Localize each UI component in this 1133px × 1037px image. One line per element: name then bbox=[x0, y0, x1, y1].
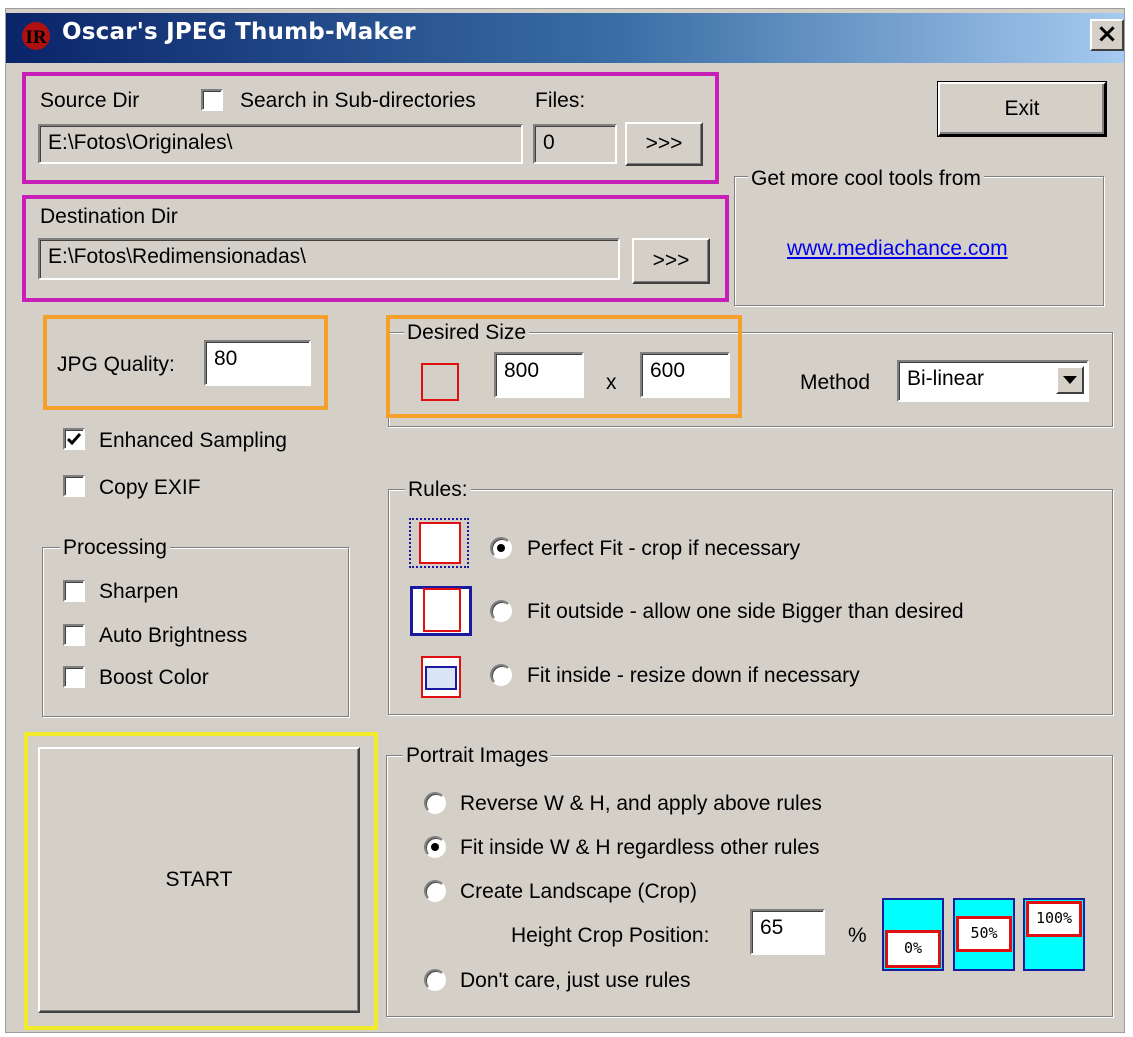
boost-color-checkbox[interactable] bbox=[63, 666, 85, 688]
checkmark-icon bbox=[66, 433, 82, 446]
window-title: Oscar's JPEG Thumb-Maker bbox=[62, 19, 416, 45]
fit-inside-label: Fit inside - resize down if necessary bbox=[527, 664, 860, 687]
fit-inside-wh-radio[interactable] bbox=[424, 836, 446, 858]
source-browse-button[interactable]: >>> bbox=[625, 122, 703, 166]
auto-brightness-label: Auto Brightness bbox=[99, 624, 248, 647]
height-field[interactable]: 600 bbox=[640, 352, 730, 398]
copy-exif-label: Copy EXIF bbox=[99, 476, 201, 499]
height-crop-field[interactable]: 65 bbox=[750, 909, 825, 955]
dont-care-label: Don't care, just use rules bbox=[460, 969, 691, 992]
method-dropdown-button[interactable] bbox=[1056, 366, 1084, 394]
crop-preset-50-button[interactable]: 50% bbox=[953, 898, 1015, 971]
sharpen-checkbox[interactable] bbox=[63, 580, 85, 602]
crop-preset-0-label: 0% bbox=[885, 930, 941, 968]
perfect-fit-icon bbox=[409, 518, 469, 568]
fit-inside-radio[interactable] bbox=[490, 664, 512, 686]
size-preview-icon bbox=[421, 363, 459, 401]
close-button[interactable]: × bbox=[1090, 19, 1124, 51]
sharpen-label: Sharpen bbox=[99, 580, 179, 603]
portrait-legend: Portrait Images bbox=[403, 745, 552, 766]
files-label: Files: bbox=[535, 89, 586, 112]
width-field[interactable]: 800 bbox=[494, 352, 584, 398]
height-crop-label: Height Crop Position: bbox=[511, 924, 710, 947]
destination-path-field[interactable]: E:\Fotos\Redimensionadas\ bbox=[38, 238, 620, 280]
create-landscape-label: Create Landscape (Crop) bbox=[460, 880, 697, 903]
search-subdirs-label: Search in Sub-directories bbox=[240, 89, 476, 112]
promo-legend: Get more cool tools from bbox=[748, 168, 984, 189]
percent-label: % bbox=[848, 924, 867, 947]
rules-legend: Rules: bbox=[405, 479, 471, 500]
fit-inside-icon bbox=[421, 656, 461, 698]
copy-exif-checkbox[interactable] bbox=[63, 475, 85, 497]
dont-care-radio[interactable] bbox=[424, 969, 446, 991]
start-button[interactable]: START bbox=[38, 747, 360, 1013]
auto-brightness-checkbox[interactable] bbox=[63, 624, 85, 646]
app-icon: IR bbox=[19, 21, 53, 51]
fit-outside-label: Fit outside - allow one side Bigger than… bbox=[527, 600, 964, 623]
crop-preset-100-button[interactable]: 100% bbox=[1023, 898, 1085, 971]
desired-size-legend: Desired Size bbox=[404, 322, 530, 343]
svg-text:IR: IR bbox=[25, 27, 46, 48]
times-label: x bbox=[606, 371, 617, 394]
jpg-quality-label: JPG Quality: bbox=[57, 353, 175, 376]
exit-button[interactable]: Exit bbox=[938, 82, 1106, 136]
destination-dir-label: Destination Dir bbox=[40, 205, 178, 228]
source-path-field[interactable]: E:\Fotos\Originales\ bbox=[38, 124, 523, 164]
perfect-fit-radio[interactable] bbox=[490, 537, 512, 559]
search-subdirs-checkbox[interactable] bbox=[201, 89, 223, 111]
fit-outside-radio[interactable] bbox=[490, 600, 512, 622]
perfect-fit-label: Perfect Fit - crop if necessary bbox=[527, 537, 801, 560]
chevron-down-icon bbox=[1063, 376, 1077, 384]
mediachance-link[interactable]: www.mediachance.com bbox=[787, 238, 1008, 259]
crop-preset-0-button[interactable]: 0% bbox=[882, 898, 944, 971]
jpg-quality-field[interactable]: 80 bbox=[204, 340, 311, 386]
reverse-wh-radio[interactable] bbox=[424, 792, 446, 814]
processing-legend: Processing bbox=[60, 537, 170, 558]
reverse-wh-label: Reverse W & H, and apply above rules bbox=[460, 792, 822, 815]
method-label: Method bbox=[800, 371, 871, 394]
enhanced-sampling-label: Enhanced Sampling bbox=[99, 429, 287, 452]
destination-browse-button[interactable]: >>> bbox=[632, 238, 710, 284]
crop-preset-100-label: 100% bbox=[1026, 901, 1082, 937]
create-landscape-radio[interactable] bbox=[424, 880, 446, 902]
files-count-field: 0 bbox=[533, 124, 617, 164]
boost-color-label: Boost Color bbox=[99, 666, 209, 689]
fit-inside-wh-label: Fit inside W & H regardless other rules bbox=[460, 836, 820, 859]
fit-outside-icon bbox=[410, 586, 472, 636]
source-dir-label: Source Dir bbox=[40, 89, 140, 112]
enhanced-sampling-checkbox[interactable] bbox=[63, 428, 85, 450]
crop-preset-50-label: 50% bbox=[956, 916, 1012, 952]
method-select-value: Bi-linear bbox=[907, 367, 985, 390]
